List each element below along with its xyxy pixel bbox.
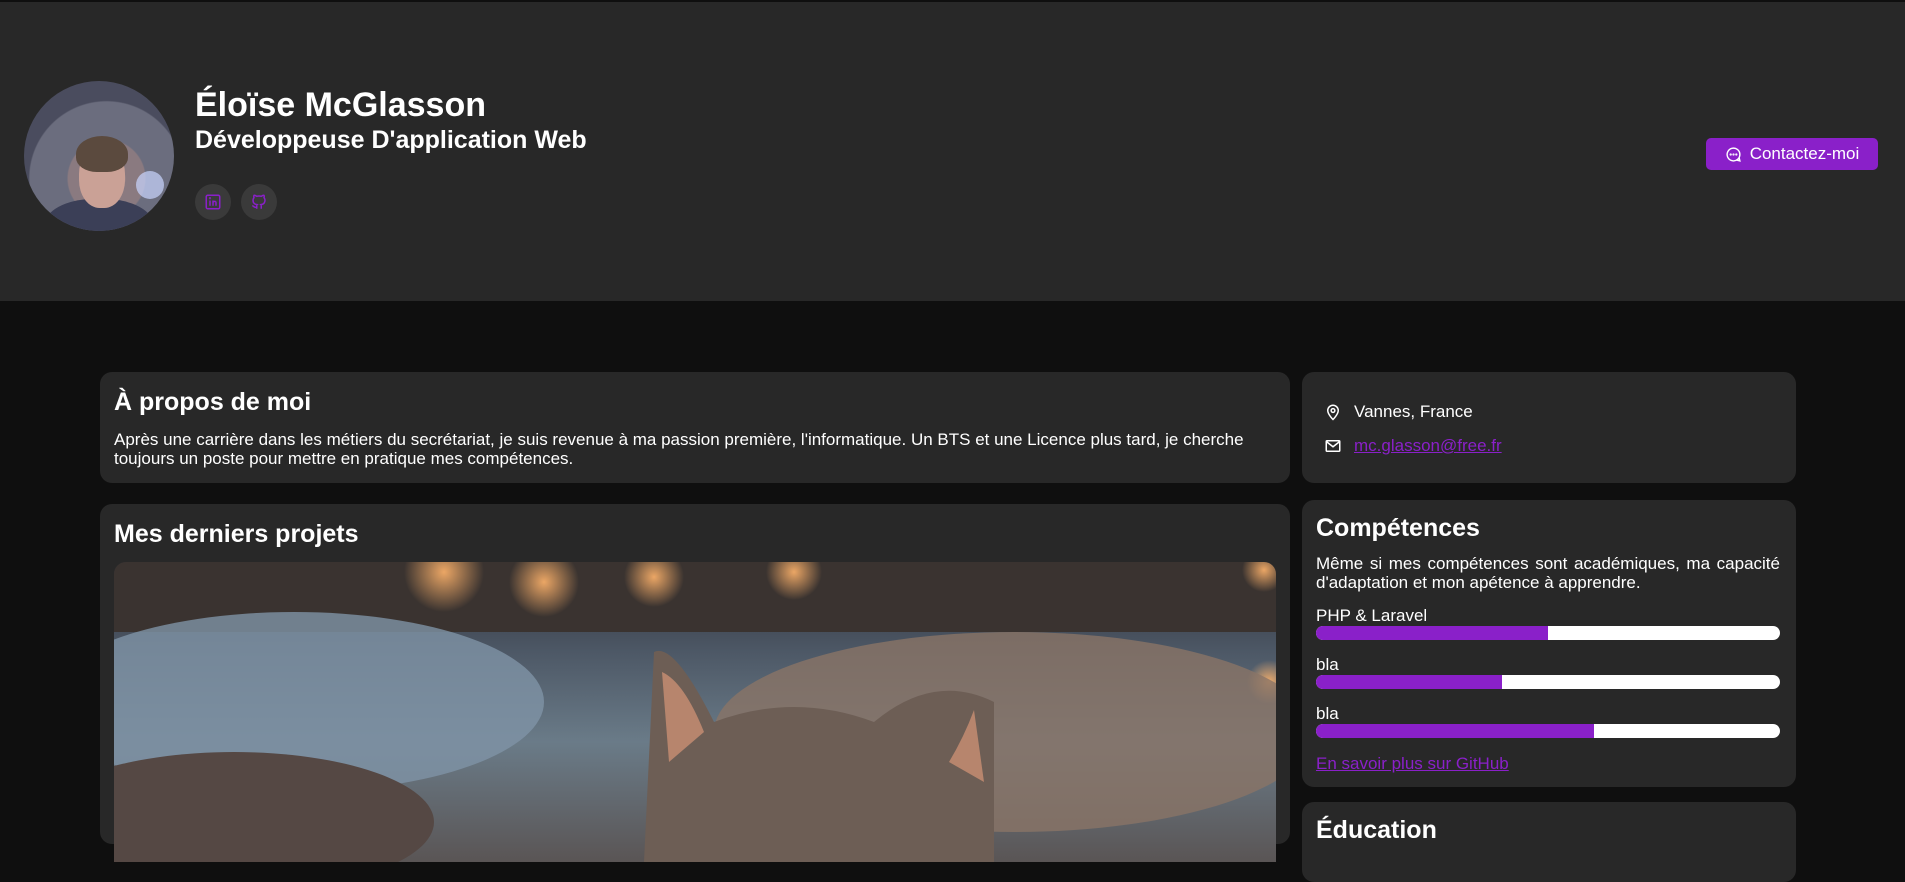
skill-label: PHP & Laravel xyxy=(1316,606,1428,625)
project-image[interactable] xyxy=(114,562,1276,862)
linkedin-icon xyxy=(205,194,221,210)
map-pin-icon xyxy=(1326,404,1340,421)
profile-name: Éloïse McGlasson xyxy=(195,86,486,124)
skill-bar xyxy=(1316,626,1780,640)
profile-header: Éloïse McGlasson Développeuse D'applicat… xyxy=(0,2,1905,301)
education-title: Éducation xyxy=(1316,816,1437,844)
skills-intro: Même si mes compétences sont académiques… xyxy=(1316,554,1780,592)
github-link[interactable] xyxy=(241,184,277,220)
mail-icon xyxy=(1325,440,1341,452)
skill-bar xyxy=(1316,675,1780,689)
about-card: À propos de moi Après une carrière dans … xyxy=(100,372,1290,483)
avatar xyxy=(24,81,174,231)
contact-button[interactable]: Contactez-moi xyxy=(1706,138,1878,170)
education-card: Éducation xyxy=(1302,802,1796,882)
projects-card: Mes derniers projets xyxy=(100,504,1290,862)
chat-icon xyxy=(1726,146,1741,162)
email-link[interactable]: mc.glasson@free.fr xyxy=(1354,436,1502,456)
contact-button-label: Contactez-moi xyxy=(1749,144,1860,163)
profile-role: Développeuse D'application Web xyxy=(195,126,587,154)
skill-label: bla xyxy=(1316,704,1339,723)
github-icon xyxy=(252,194,266,209)
projects-title: Mes derniers projets xyxy=(114,520,359,548)
linkedin-link[interactable] xyxy=(195,184,231,220)
skill-bar xyxy=(1316,724,1780,738)
about-text: Après une carrière dans les métiers du s… xyxy=(114,430,1244,468)
skills-title: Compétences xyxy=(1316,514,1480,542)
skills-card: Compétences Même si mes compétences sont… xyxy=(1302,500,1796,787)
info-card: Vannes, France mc.glasson@free.fr xyxy=(1302,372,1796,483)
skill-label: bla xyxy=(1316,655,1339,674)
location-text: Vannes, France xyxy=(1354,402,1473,421)
github-more-link[interactable]: En savoir plus sur GitHub xyxy=(1316,754,1509,774)
about-title: À propos de moi xyxy=(114,388,312,416)
